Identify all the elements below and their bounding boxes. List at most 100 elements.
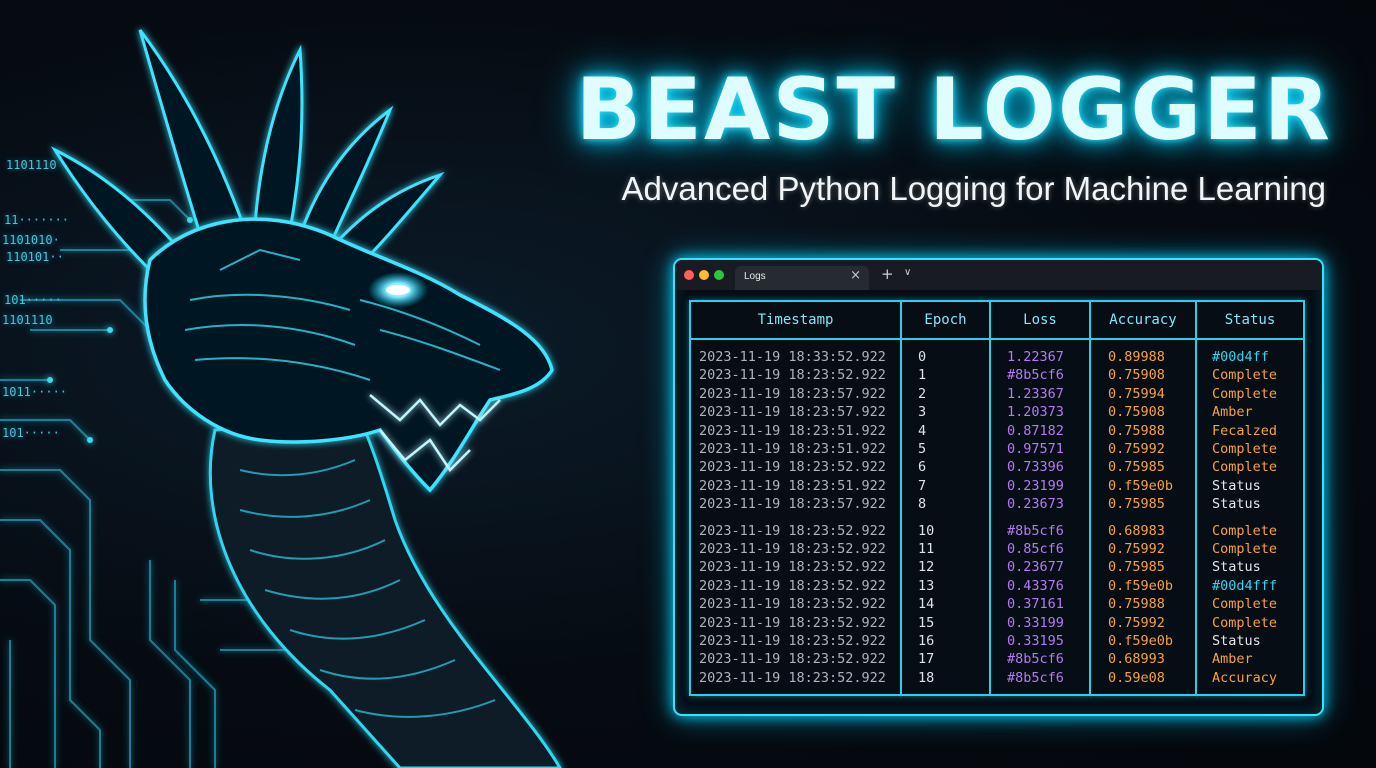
binary-text: 1101110 [6, 158, 57, 172]
accuracy-cell: 0.75908 [1108, 367, 1165, 384]
epoch-cell: 13 [918, 577, 935, 594]
timestamp-cell: 2023-11-19 18:23:51.922 [699, 477, 886, 494]
table-row[interactable]: 2023-11-19 18:23:52.922 18 #8b5cf6 0.59e08 A… [691, 670, 1303, 688]
binary-text: 1101010· [2, 233, 60, 247]
accuracy-cell: 0.f59e0b [1108, 477, 1174, 494]
accuracy-cell: 0.75994 [1108, 385, 1165, 402]
epoch-cell: 5 [918, 441, 927, 457]
epoch-cell: 6 [918, 459, 927, 476]
table-row[interactable]: 2023-11-19 18:23:52.922 12 0.23677 0.75985 S… [691, 559, 1303, 577]
table-row[interactable]: 2023-11-19 18:23:52.922 16 0.33195 0.f59e0b… [691, 633, 1303, 651]
binary-text: 101····· [2, 426, 60, 440]
accuracy-cell: 0.75985 [1108, 559, 1165, 576]
accuracy-cell: 0.68993 [1108, 651, 1165, 668]
table-row[interactable]: 2023-11-19 18:23:57.922 8 0.23673 0.75985 St… [691, 496, 1303, 514]
epoch-cell: 3 [918, 404, 927, 421]
table-row[interactable]: 2023-11-19 18:23:52.922 6 0.73396 0.75985 Co… [691, 459, 1303, 477]
loss-cell: #8b5cf6 [1007, 522, 1064, 539]
status-cell: Amber [1212, 651, 1253, 668]
table-row[interactable]: 2023-11-19 18:23:52.922 13 0.43376 0.f59e0b… [691, 578, 1303, 596]
loss-cell: 0.37161 [1007, 596, 1064, 613]
status-cell: #00d4ff [1212, 349, 1269, 365]
binary-text: 110101·· [6, 250, 64, 264]
table-row[interactable]: 2023-11-19 18:23:52.922 15 0.33199 0.75992 C… [691, 615, 1303, 633]
chevron-down-icon[interactable]: ∨ [904, 267, 911, 278]
loss-cell: 0.23673 [1007, 496, 1064, 513]
epoch-cell: 17 [918, 651, 935, 668]
table-row[interactable]: 2023-11-19 18:23:57.922 3 1.20373 0.75908 Am… [691, 404, 1303, 422]
status-cell: Complete [1212, 522, 1278, 539]
new-tab-button[interactable]: + [881, 265, 894, 283]
status-cell: Complete [1212, 614, 1278, 631]
loss-cell: #8b5cf6 [1007, 669, 1064, 686]
table-row[interactable]: 2023-11-19 18:23:51.922 4 0.87182 0.75988 Fe… [691, 423, 1303, 441]
status-cell: Status [1212, 496, 1261, 513]
table-row[interactable]: 2023-11-19 18:33:52.922 0 1.22367 0.89988 #0… [691, 349, 1303, 367]
epoch-cell: 14 [918, 596, 935, 613]
timestamp-cell: 2023-11-19 18:23:57.922 [699, 496, 886, 513]
loss-cell: 0.23199 [1007, 477, 1064, 494]
loss-cell: 1.20373 [1007, 404, 1064, 421]
column-header-accuracy[interactable]: Accuracy [1091, 312, 1195, 328]
timestamp-cell: 2023-11-19 18:23:52.922 [699, 669, 886, 686]
table-row[interactable]: 2023-11-19 18:23:52.922 10 #8b5cf6 0.68983 C… [691, 523, 1303, 541]
timestamp-cell: 2023-11-19 18:23:52.922 [699, 632, 886, 649]
table-row[interactable]: 2023-11-19 18:23:52.922 14 0.37161 0.75988 C… [691, 596, 1303, 614]
table-row[interactable]: 2023-11-19 18:23:52.922 11 0.85cf6 0.75992 C… [691, 541, 1303, 559]
loss-cell: 0.85cf6 [1007, 540, 1064, 557]
timestamp-cell: 2023-11-19 18:23:57.922 [699, 404, 886, 421]
epoch-cell: 10 [918, 522, 935, 539]
status-cell: Complete [1212, 385, 1278, 402]
loss-cell: 0.43376 [1007, 577, 1064, 594]
status-cell: Fecalzed [1212, 422, 1278, 439]
epoch-cell: 2 [918, 385, 927, 402]
dragon-illustration [0, 29, 562, 768]
status-cell: Complete [1212, 596, 1278, 613]
maximize-window-button[interactable] [714, 270, 724, 280]
epoch-cell: 4 [918, 422, 927, 439]
close-icon[interactable]: × [850, 268, 861, 283]
page-subtitle: Advanced Python Logging for Machine Lear… [621, 170, 1327, 207]
close-window-button[interactable] [684, 270, 694, 280]
tab-bar: Logs × + ∨ [675, 260, 1322, 290]
timestamp-cell: 2023-11-19 18:23:51.922 [699, 422, 886, 439]
column-header-timestamp[interactable]: Timestamp [691, 312, 900, 328]
timestamp-cell: 2023-11-19 18:23:51.922 [699, 441, 886, 457]
timestamp-cell: 2023-11-19 18:23:52.922 [699, 614, 886, 631]
accuracy-cell: 0.75992 [1108, 540, 1165, 557]
accuracy-cell: 0.75992 [1108, 614, 1165, 631]
minimize-window-button[interactable] [699, 270, 709, 280]
timestamp-cell: 2023-11-19 18:23:52.922 [699, 577, 886, 594]
column-header-status[interactable]: Status [1197, 312, 1303, 328]
header-divider [691, 338, 1303, 340]
accuracy-cell: 0.75985 [1108, 459, 1165, 476]
accuracy-cell: 0.75992 [1108, 441, 1165, 457]
loss-cell: #8b5cf6 [1007, 367, 1064, 384]
status-cell: Accuracy [1212, 669, 1278, 686]
tab-logs[interactable]: Logs × [735, 266, 869, 290]
epoch-cell: 1 [918, 367, 927, 384]
loss-cell: 0.97571 [1007, 441, 1064, 457]
epoch-cell: 8 [918, 496, 927, 513]
timestamp-cell: 2023-11-19 18:33:52.922 [699, 349, 886, 365]
column-header-epoch[interactable]: Epoch [902, 312, 989, 328]
table-row[interactable]: 2023-11-19 18:23:51.922 5 0.97571 0.75992 Co… [691, 441, 1303, 459]
table-row[interactable]: 2023-11-19 18:23:52.922 17 #8b5cf6 0.68993 A… [691, 651, 1303, 669]
table-row[interactable]: 2023-11-19 18:23:57.922 2 1.23367 0.75994 Co… [691, 386, 1303, 404]
epoch-cell: 18 [918, 669, 935, 686]
status-cell: Status [1212, 559, 1261, 576]
table-row[interactable]: 2023-11-19 18:23:51.922 7 0.23199 0.f59e0b S… [691, 478, 1303, 496]
epoch-cell: 0 [918, 349, 927, 365]
binary-text: 1011····· [2, 385, 68, 399]
accuracy-cell: 0.75988 [1108, 422, 1165, 439]
table-row[interactable]: 2023-11-19 18:23:52.922 1 #8b5cf6 0.75908 Co… [691, 367, 1303, 385]
accuracy-cell: 0.75985 [1108, 496, 1165, 513]
loss-cell: 1.23367 [1007, 385, 1064, 402]
column-header-loss[interactable]: Loss [991, 312, 1089, 328]
binary-text: 11······· [4, 213, 70, 227]
timestamp-cell: 2023-11-19 18:23:52.922 [699, 651, 886, 668]
page-title: BEAST LOGGER [575, 60, 1332, 160]
accuracy-cell: 0.f59e0b [1108, 577, 1174, 594]
epoch-cell: 16 [918, 632, 935, 649]
loss-cell: 0.23677 [1007, 559, 1064, 576]
